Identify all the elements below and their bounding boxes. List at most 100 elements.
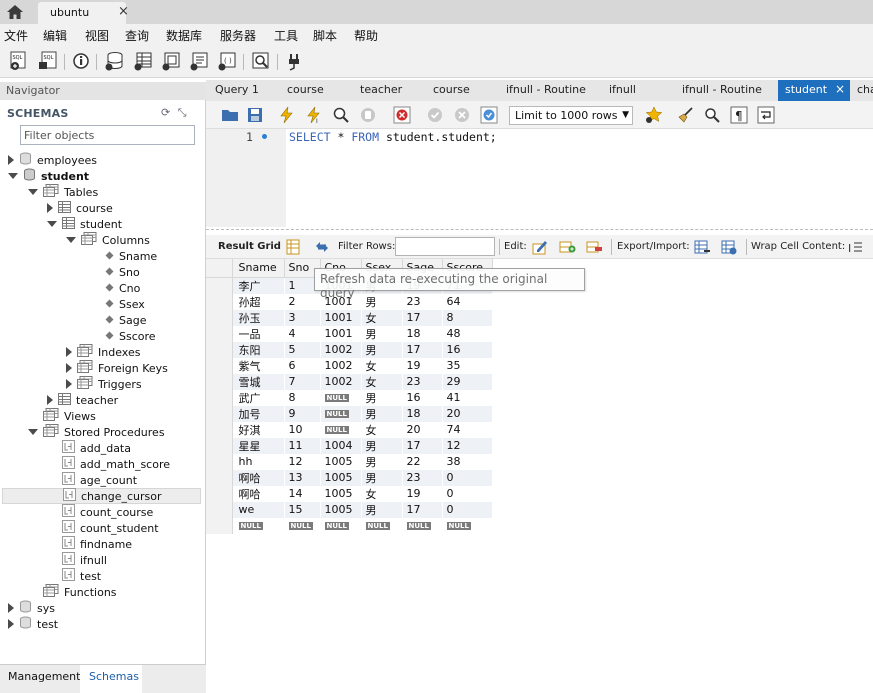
cell-sno[interactable]: 13 [284, 469, 321, 486]
explain-button[interactable] [332, 106, 350, 124]
cell-ssex[interactable]: 男 [361, 389, 403, 406]
execute-button[interactable] [278, 106, 296, 124]
row-header[interactable] [206, 453, 233, 470]
table-row[interactable]: 武广 8 NULL 男 16 41 [206, 389, 493, 406]
cell-ssex[interactable]: 男 [361, 405, 403, 422]
tree-functions-folder[interactable]: Functions [28, 584, 117, 600]
filter-rows-input[interactable] [395, 237, 495, 256]
cell-ssex[interactable]: 男 [361, 293, 403, 310]
tab-ifnull-routine-2[interactable]: ifnull - Routine [682, 80, 762, 101]
cell-sage[interactable]: 17 [402, 341, 443, 358]
row-header[interactable] [206, 437, 233, 454]
cell-sscore[interactable]: 0 [442, 485, 493, 502]
tab-cha[interactable]: cha [857, 80, 873, 101]
cell-sname[interactable]: we [232, 501, 285, 518]
add-snippet-button[interactable] [645, 106, 663, 124]
cell-sno[interactable]: NULL [284, 517, 321, 534]
cell-cno[interactable]: NULL [320, 389, 362, 406]
tree-table-teacher[interactable]: teacher [47, 392, 118, 408]
table-row[interactable]: 啊哈 13 1005 男 23 0 [206, 469, 493, 486]
cell-sscore[interactable]: 8 [442, 309, 493, 326]
cell-sage[interactable]: 17 [402, 309, 443, 326]
collapse-icon[interactable]: ⤡ [178, 106, 187, 119]
cell-sage[interactable]: 18 [402, 405, 443, 422]
cell-sage[interactable]: 23 [402, 293, 443, 310]
cell-sname[interactable]: 武广 [232, 389, 285, 406]
find-button[interactable] [703, 106, 721, 124]
schema-employees[interactable]: employees [8, 152, 97, 168]
cell-sage[interactable]: 17 [402, 437, 443, 454]
tree-table-student[interactable]: student [47, 216, 122, 232]
open-sql-script-button[interactable]: SQL [37, 50, 59, 72]
table-row[interactable]: we 15 1005 男 17 0 [206, 501, 493, 518]
cell-sage[interactable]: 23 [402, 373, 443, 390]
cell-sscore[interactable]: 0 [442, 469, 493, 486]
new-sql-tab-button[interactable]: SQL [8, 50, 30, 72]
edit-row-button[interactable] [531, 238, 549, 256]
cell-cno[interactable]: NULL [320, 421, 362, 438]
row-header[interactable] [206, 373, 233, 390]
expand-right-icon[interactable] [47, 203, 53, 213]
add-row-button[interactable] [558, 238, 576, 256]
schema-student[interactable]: student [8, 168, 89, 184]
cell-sname[interactable]: 孙超 [232, 293, 285, 310]
cell-ssex[interactable]: 女 [361, 373, 403, 390]
cell-sno[interactable]: 9 [284, 405, 321, 422]
search-table-data-button[interactable] [250, 50, 272, 72]
execute-current-button[interactable]: I [305, 106, 323, 125]
tree-table-course[interactable]: course [47, 200, 113, 216]
row-header[interactable] [206, 389, 233, 406]
cell-sname[interactable]: 李广 [232, 277, 285, 294]
tree-column-ssex[interactable]: Ssex [100, 296, 145, 312]
cell-sage[interactable]: 19 [402, 485, 443, 502]
toggle-continue-on-error-button[interactable] [393, 106, 411, 124]
toggle-wrap-button[interactable] [757, 106, 775, 124]
menu-file[interactable]: 文件 [4, 27, 28, 44]
cell-sno[interactable]: 10 [284, 421, 321, 438]
cell-sage[interactable]: 19 [402, 357, 443, 374]
create-table-button[interactable] [132, 50, 154, 72]
row-header[interactable] [206, 501, 233, 518]
expand-down-icon[interactable] [47, 221, 57, 227]
expand-down-icon[interactable] [66, 237, 76, 243]
table-row[interactable]: NULL NULL NULL NULL NULL NULL [206, 517, 493, 534]
row-header[interactable] [206, 485, 233, 502]
tree-stored-procedures-folder[interactable]: Stored Procedures [28, 424, 165, 440]
cell-sscore[interactable]: NULL [442, 517, 493, 534]
expand-down-icon[interactable] [28, 429, 38, 435]
cell-sname[interactable]: 紫气 [232, 357, 285, 374]
cell-sno[interactable]: 4 [284, 325, 321, 342]
cell-sname[interactable]: NULL [232, 517, 285, 534]
wrap-cell-toggle[interactable]: Ⅰ [846, 238, 864, 256]
cell-sscore[interactable]: 38 [442, 453, 493, 470]
row-header[interactable] [206, 517, 233, 534]
cell-cno[interactable]: 1005 [320, 485, 362, 502]
tree-procedure-count-student[interactable]: count_student [47, 520, 159, 536]
expand-right-icon[interactable] [8, 603, 14, 613]
tree-procedure-age-count[interactable]: age_count [47, 472, 137, 488]
cell-sscore[interactable]: 48 [442, 325, 493, 342]
row-header[interactable] [206, 405, 233, 422]
table-row[interactable]: 一品 4 1001 男 18 48 [206, 325, 493, 342]
export-button[interactable] [693, 238, 711, 256]
schema-test[interactable]: test [8, 616, 58, 632]
tree-indexes-folder[interactable]: Indexes [66, 344, 140, 360]
cell-sname[interactable]: 东阳 [232, 341, 285, 358]
tab-management[interactable]: Management [8, 670, 80, 683]
cell-cno[interactable]: 1002 [320, 357, 362, 374]
menu-query[interactable]: 查询 [125, 27, 149, 44]
cell-cno[interactable]: 1001 [320, 325, 362, 342]
table-row[interactable]: 好淇 10 NULL 女 20 74 [206, 421, 493, 438]
connection-tab[interactable]: ubuntu × [38, 2, 129, 24]
cell-sage[interactable]: 20 [402, 421, 443, 438]
row-header[interactable] [206, 325, 233, 342]
cell-sname[interactable]: 一品 [232, 325, 285, 342]
cell-ssex[interactable]: 女 [361, 357, 403, 374]
cell-sname[interactable]: hh [232, 453, 285, 470]
cell-sno[interactable]: 8 [284, 389, 321, 406]
create-view-button[interactable] [160, 50, 182, 72]
cell-sname[interactable]: 好淇 [232, 421, 285, 438]
filter-objects-input[interactable] [20, 125, 195, 145]
row-header[interactable] [206, 293, 233, 310]
expand-right-icon[interactable] [66, 379, 72, 389]
